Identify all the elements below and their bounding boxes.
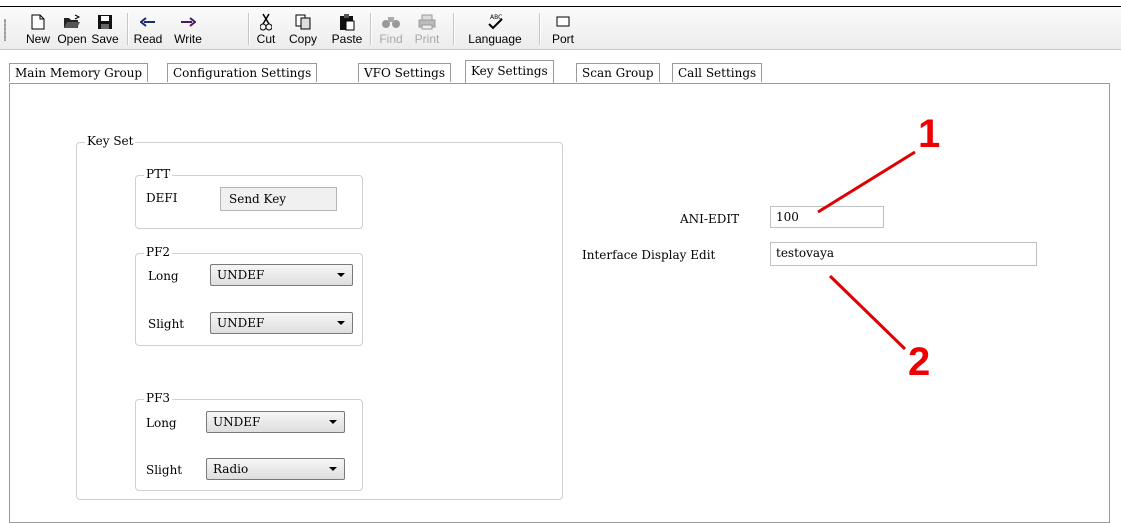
open-label: Open bbox=[57, 32, 87, 46]
toolbar-separator bbox=[127, 13, 129, 45]
find-button[interactable]: Find bbox=[374, 7, 408, 49]
copy-label: Copy bbox=[288, 32, 317, 46]
port-label: Port bbox=[551, 32, 574, 46]
print-label: Print bbox=[414, 32, 440, 46]
save-button[interactable]: Save bbox=[90, 7, 120, 49]
annotation-line-1 bbox=[817, 150, 916, 214]
annotation-lines bbox=[817, 150, 916, 351]
tab-main-memory-group[interactable]: Main Memory Group bbox=[9, 63, 149, 82]
new-button[interactable]: New bbox=[23, 7, 53, 49]
paste-icon bbox=[340, 14, 355, 31]
annotation-line-2 bbox=[828, 274, 907, 351]
port-icon bbox=[556, 16, 570, 27]
cut-button[interactable]: Cut bbox=[252, 7, 280, 49]
toolbar-separator bbox=[453, 13, 455, 45]
print-button[interactable]: Print bbox=[409, 7, 445, 49]
open-folder-icon bbox=[64, 14, 81, 28]
binoculars-icon bbox=[382, 17, 400, 28]
toolbar-separator bbox=[539, 13, 541, 45]
open-button[interactable]: Open bbox=[55, 7, 89, 49]
annotation-number-1: 1 bbox=[918, 112, 941, 156]
port-button[interactable]: Port bbox=[544, 7, 582, 49]
toolbar-separator bbox=[248, 13, 250, 45]
read-label: Read bbox=[133, 32, 163, 46]
tab-configuration-settings[interactable]: Configuration Settings bbox=[167, 63, 318, 82]
spellcheck-icon: ABC bbox=[488, 14, 503, 30]
scissors-icon bbox=[260, 13, 272, 31]
arrow-right-icon bbox=[181, 17, 196, 27]
new-document-icon bbox=[31, 14, 45, 30]
tab-scan-group[interactable]: Scan Group bbox=[576, 63, 660, 82]
language-button[interactable]: ABC Language bbox=[457, 7, 533, 49]
tab-bar: Main Memory Group Configuration Settings… bbox=[0, 60, 1121, 83]
copy-icon bbox=[295, 14, 311, 30]
tab-vfo-settings[interactable]: VFO Settings bbox=[358, 63, 452, 82]
arrow-left-icon bbox=[140, 17, 155, 27]
language-label: Language bbox=[468, 32, 522, 46]
toolbar: New Open Save Read Write Cut Copy Paste … bbox=[0, 7, 1121, 50]
tab-key-settings[interactable]: Key Settings bbox=[465, 60, 554, 83]
new-label: New bbox=[25, 32, 50, 46]
toolbar-separator bbox=[370, 13, 372, 45]
paste-label: Paste bbox=[331, 32, 363, 46]
write-label: Write bbox=[174, 32, 202, 46]
copy-button[interactable]: Copy bbox=[284, 7, 322, 49]
tab-call-settings[interactable]: Call Settings bbox=[672, 63, 763, 82]
find-label: Find bbox=[379, 32, 403, 46]
save-disk-icon bbox=[98, 15, 112, 29]
read-button[interactable]: Read bbox=[131, 7, 165, 49]
cut-label: Cut bbox=[256, 32, 276, 46]
annotation-number-2: 2 bbox=[908, 340, 931, 384]
printer-icon bbox=[418, 14, 436, 30]
save-label: Save bbox=[91, 32, 119, 46]
toolbar-grip[interactable] bbox=[4, 19, 6, 41]
paste-button[interactable]: Paste bbox=[327, 7, 367, 49]
write-button[interactable]: Write bbox=[168, 7, 208, 49]
key-settings-panel: Key Set PTT DEFI Send Key PF2 Long UNDEF… bbox=[9, 83, 1110, 523]
